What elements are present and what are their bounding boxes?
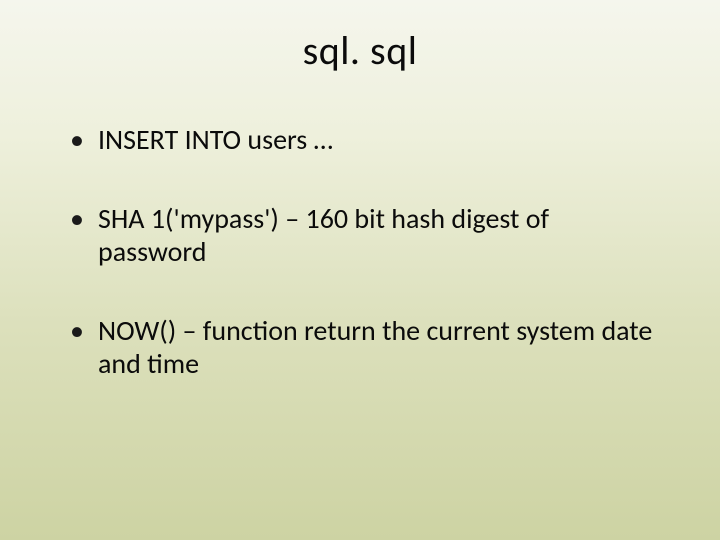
list-item: NOW() – function return the current syst… <box>70 314 660 380</box>
bullet-list: INSERT INTO users … SHA 1('mypass') – 16… <box>60 123 660 380</box>
slide: sql. sql INSERT INTO users … SHA 1('mypa… <box>0 0 720 540</box>
list-item: SHA 1('mypass') – 160 bit hash digest of… <box>70 202 660 268</box>
slide-title: sql. sql <box>60 26 660 75</box>
list-item: INSERT INTO users … <box>70 123 660 156</box>
